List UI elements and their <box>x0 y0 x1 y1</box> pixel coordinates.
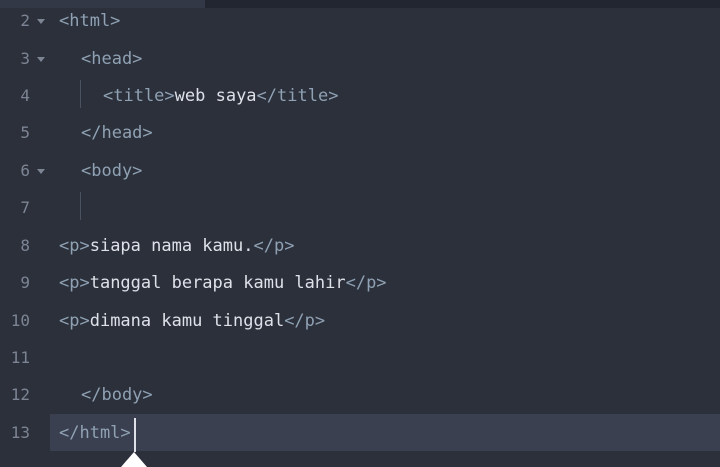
line-number: 10 <box>10 311 30 330</box>
code-content: web saya <box>174 86 257 106</box>
code-text: <p>dimana kamu tinggal</p> <box>59 311 325 331</box>
caret-handle-icon[interactable] <box>121 452 147 467</box>
code-text: <p>tanggal berapa kamu lahir</p> <box>59 273 387 293</box>
tag-open: </head> <box>81 123 153 143</box>
line-number: 6 <box>20 161 30 180</box>
indent-guide <box>80 80 81 108</box>
line-number: 7 <box>20 198 30 217</box>
code-line[interactable]: 11 <box>0 339 720 376</box>
code-line[interactable]: 10 <p>dimana kamu tinggal</p> <box>0 302 720 339</box>
tag-close: </p> <box>284 311 326 331</box>
code-content: tanggal berapa kamu lahir <box>89 273 346 293</box>
code-text: <title>web saya</title> <box>103 86 338 106</box>
chevron-down-icon[interactable] <box>37 19 45 24</box>
line-number: 4 <box>20 86 30 105</box>
code-content: dimana kamu tinggal <box>89 311 285 331</box>
line-number: 5 <box>20 123 30 142</box>
code-line[interactable]: 12 </body> <box>0 376 720 413</box>
tag-open: </html> <box>59 423 131 443</box>
code-text: <html> <box>59 11 120 31</box>
line-number: 11 <box>10 348 30 367</box>
line-number: 12 <box>10 385 30 404</box>
tag-open: <html> <box>59 11 121 31</box>
chevron-down-icon[interactable] <box>37 57 45 62</box>
text-cursor <box>134 418 136 452</box>
code-line[interactable]: 9 <p>tanggal berapa kamu lahir</p> <box>0 264 720 301</box>
code-line[interactable]: 2 <html> <box>0 2 720 39</box>
indent-guide <box>80 192 81 220</box>
code-content: siapa nama kamu. <box>89 236 254 256</box>
tag-open: <head> <box>81 49 143 69</box>
tag-close: </p> <box>345 273 387 293</box>
line-number: 13 <box>10 423 30 442</box>
line-number: 3 <box>20 49 30 68</box>
code-line[interactable]: 8 <p>siapa nama kamu.</p> <box>0 227 720 264</box>
code-text: </head> <box>81 123 153 143</box>
code-line[interactable]: 4 <title>web saya</title> <box>0 77 720 114</box>
line-number: 9 <box>20 273 30 292</box>
code-text: </body> <box>81 385 153 405</box>
line-number: 8 <box>20 236 30 255</box>
code-text: </html> <box>59 423 131 443</box>
code-line[interactable]: 5 </head> <box>0 114 720 151</box>
tag-open: <title> <box>103 86 175 106</box>
tag-close: </title> <box>256 86 339 106</box>
active-code-line[interactable]: 13 </html> <box>0 414 720 451</box>
tag-open: <p> <box>59 236 90 256</box>
code-line[interactable]: 3 <head> <box>0 40 720 77</box>
tag-open: <p> <box>59 311 90 331</box>
line-number: 2 <box>20 11 30 30</box>
chevron-down-icon[interactable] <box>37 169 45 174</box>
code-text: <head> <box>81 49 142 69</box>
tag-close: </p> <box>253 236 295 256</box>
tag-open: <p> <box>59 273 90 293</box>
code-editor[interactable]: 2 <html> 3 <head> 4 <title>web saya</tit… <box>0 0 720 467</box>
tag-open: </body> <box>81 385 153 405</box>
code-text: <body> <box>81 161 142 181</box>
code-line[interactable]: 6 <body> <box>0 152 720 189</box>
code-text: <p>siapa nama kamu.</p> <box>59 236 294 256</box>
code-line[interactable]: 7 <box>0 189 720 226</box>
tag-open: <body> <box>81 161 143 181</box>
